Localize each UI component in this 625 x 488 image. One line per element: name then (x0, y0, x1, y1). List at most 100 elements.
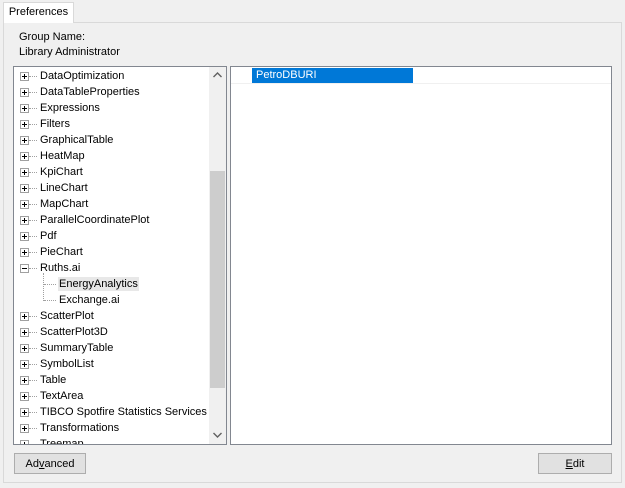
preference-values-list[interactable]: PetroDBURI (230, 66, 612, 445)
tree-item[interactable]: DataOptimization (14, 68, 209, 84)
edit-button-mnemonic: E (565, 458, 573, 470)
tree-connector (29, 396, 37, 397)
tree-item[interactable]: Transformations (14, 420, 209, 436)
tree-item-label: Expressions (40, 102, 100, 114)
tree-item[interactable]: SummaryTable (14, 340, 209, 356)
tab-strip: Preferences (0, 0, 625, 24)
tree-item[interactable]: ScatterPlot3D (14, 324, 209, 340)
tree-item-label: SummaryTable (40, 342, 114, 354)
expand-icon[interactable] (20, 184, 29, 193)
group-name-value: Library Administrator (19, 46, 120, 58)
expand-icon[interactable] (20, 88, 29, 97)
expand-icon[interactable] (20, 104, 29, 113)
edit-button-label-post: dit (572, 458, 585, 470)
expand-icon[interactable] (20, 168, 29, 177)
expand-icon[interactable] (20, 328, 29, 337)
preferences-tree[interactable]: DataOptimization DataTableProperties Expre… (13, 66, 227, 445)
tab-preferences[interactable]: Preferences (3, 2, 74, 23)
tree-item[interactable]: GraphicalTable (14, 132, 209, 148)
tree-item-label: Ruths.ai (40, 262, 81, 274)
tree-connector (29, 380, 37, 381)
tree-item[interactable]: SymbolList (14, 356, 209, 372)
tree-item-label: TIBCO Spotfire Statistics Services (40, 406, 207, 418)
tree-item[interactable]: PieChart (14, 244, 209, 260)
tree-item[interactable]: Pdf (14, 228, 209, 244)
tree-item[interactable]: DataTableProperties (14, 84, 209, 100)
expand-icon[interactable] (20, 440, 29, 444)
tree-item-label: DataOptimization (40, 70, 125, 82)
tree-item-label: ScatterPlot3D (40, 326, 108, 338)
expand-icon[interactable] (20, 72, 29, 81)
tree-connector (29, 268, 37, 269)
tree-connector (44, 284, 56, 285)
advanced-button-label-post: anced (44, 458, 75, 470)
tree-item-label: Filters (40, 118, 70, 130)
collapse-icon[interactable] (20, 264, 29, 273)
expand-icon[interactable] (20, 392, 29, 401)
expand-icon[interactable] (20, 216, 29, 225)
tree-connector (29, 252, 37, 253)
tree-item-label: Transformations (40, 422, 120, 434)
advanced-button[interactable]: Advanced (14, 453, 86, 474)
tree-item-label: Treemap (40, 438, 84, 444)
tree-item-label: DataTableProperties (40, 86, 140, 98)
tree-item[interactable]: TextArea (14, 388, 209, 404)
group-name-label: Group Name: (19, 31, 86, 43)
tree-scroll-thumb[interactable] (210, 171, 225, 388)
tree-item[interactable]: LineChart (14, 180, 209, 196)
tree-connector (29, 92, 37, 93)
tree-item[interactable]: Treemap (14, 436, 209, 444)
chevron-up-icon[interactable] (209, 67, 226, 84)
expand-icon[interactable] (20, 344, 29, 353)
expand-icon[interactable] (20, 408, 29, 417)
tree-connector (29, 220, 37, 221)
tree-item-label: GraphicalTable (40, 134, 114, 146)
edit-button[interactable]: Edit (538, 453, 612, 474)
list-item-label: PetroDBURI (252, 68, 413, 83)
tree-connector (29, 76, 37, 77)
expand-icon[interactable] (20, 200, 29, 209)
tree-connector (29, 428, 37, 429)
tree-item[interactable]: ParallelCoordinatePlot (14, 212, 209, 228)
tree-item-label: ParallelCoordinatePlot (40, 214, 150, 226)
tree-item[interactable]: TIBCO Spotfire Statistics Services (14, 404, 209, 420)
expand-icon[interactable] (20, 376, 29, 385)
expand-icon[interactable] (20, 120, 29, 129)
tree-item-label: Pdf (40, 230, 57, 242)
tree-connector (29, 316, 37, 317)
expand-icon[interactable] (20, 152, 29, 161)
tree-connector (29, 124, 37, 125)
tree-item-label: Exchange.ai (59, 294, 120, 306)
expand-icon[interactable] (20, 360, 29, 369)
expand-icon[interactable] (20, 232, 29, 241)
chevron-down-icon[interactable] (209, 427, 226, 444)
expand-icon[interactable] (20, 136, 29, 145)
tree-item[interactable]: Filters (14, 116, 209, 132)
tree-viewport: DataOptimization DataTableProperties Expre… (14, 67, 209, 444)
tree-item[interactable]: ScatterPlot (14, 308, 209, 324)
tree-item[interactable]: KpiChart (14, 164, 209, 180)
tree-item-label: TextArea (40, 390, 84, 402)
tree-item-label: ScatterPlot (40, 310, 94, 322)
tree-connector (29, 156, 37, 157)
expand-icon[interactable] (20, 312, 29, 321)
tree-scrollbar[interactable] (209, 67, 226, 444)
tree-connector (29, 236, 37, 237)
tree-item[interactable]: HeatMap (14, 148, 209, 164)
tree-connector (29, 172, 37, 173)
tree-connector (44, 300, 56, 301)
expand-icon[interactable] (20, 248, 29, 257)
advanced-button-label-pre: Ad (25, 458, 39, 470)
tree-item-label: SymbolList (40, 358, 94, 370)
expand-icon[interactable] (20, 424, 29, 433)
tree-item-label: LineChart (40, 182, 88, 194)
tree-item-label: EnergyAnalytics (58, 277, 139, 291)
tree-item-label: HeatMap (40, 150, 85, 162)
tree-connector (29, 364, 37, 365)
tree-item[interactable]: Table (14, 372, 209, 388)
tree-item[interactable]: Expressions (14, 100, 209, 116)
tree-item-label: MapChart (40, 198, 89, 210)
list-item[interactable]: PetroDBURI (231, 67, 611, 84)
tree-item[interactable]: MapChart (14, 196, 209, 212)
tree-connector-vertical (43, 273, 44, 301)
